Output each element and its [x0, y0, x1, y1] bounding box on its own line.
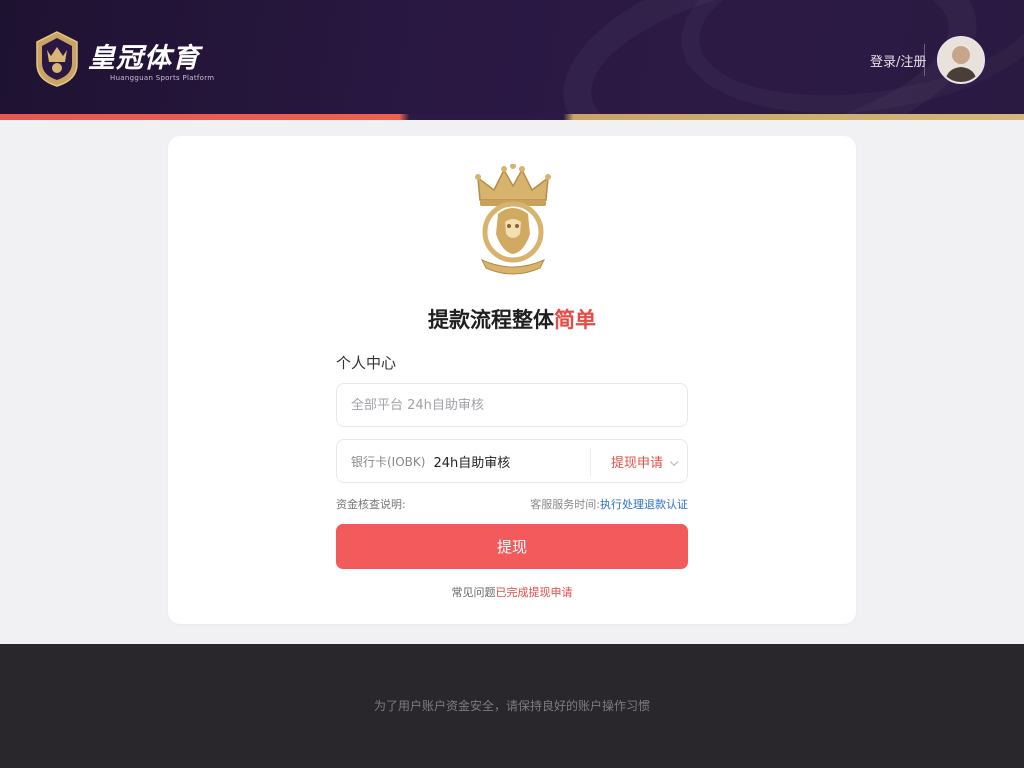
- bank-card-field[interactable]: 银行卡(IOBK) 24h自助审核 提现申请: [336, 439, 688, 483]
- section-label: 个人中心: [336, 354, 397, 372]
- brand-name: 皇冠体育: [88, 43, 200, 74]
- brand-logo[interactable]: 皇冠体育 Huangguan Sports Platform: [32, 30, 215, 90]
- bank-card-prefix: 银行卡(IOBK): [351, 454, 426, 469]
- footer-security-text: 为了用户账户资金安全，请保持良好的账户操作习惯: [373, 699, 650, 713]
- withdraw-apply-dropdown[interactable]: 提现申请: [610, 452, 679, 471]
- service-hint: 客服服务时间:执行处理退款认证: [530, 496, 688, 512]
- bottom-note-text: 常见问题: [451, 586, 496, 599]
- platform-input[interactable]: [351, 397, 673, 413]
- avatar[interactable]: [937, 36, 985, 84]
- withdraw-status-link[interactable]: 已完成提现申请: [496, 586, 573, 599]
- header-accent-bar: [0, 114, 1024, 120]
- crown-badge-icon: [36, 31, 78, 87]
- withdraw-apply-label: 提现申请: [610, 456, 663, 471]
- user-avatar-icon: [939, 38, 983, 82]
- platform-field[interactable]: [336, 383, 688, 427]
- page-headline: 提款流程整体简单: [168, 304, 856, 334]
- site-header: 皇冠体育 Huangguan Sports Platform 登录/注册: [0, 0, 1024, 114]
- refund-verify-link[interactable]: 执行处理退款认证: [600, 498, 688, 511]
- headline-highlight: 简单: [554, 308, 596, 332]
- crown-lion-logo-icon: [475, 164, 551, 275]
- header-divider: [924, 44, 925, 76]
- field-divider: [590, 448, 591, 476]
- chevron-down-icon: [669, 457, 679, 467]
- funds-check-hint: 资金核查说明:: [336, 498, 406, 511]
- service-hint-text: 客服服务时间:: [530, 498, 600, 511]
- withdraw-submit-button[interactable]: 提现: [336, 524, 688, 569]
- bottom-note: 常见问题已完成提现申请: [168, 584, 856, 600]
- site-footer: 为了用户账户资金安全，请保持良好的账户操作习惯: [0, 644, 1024, 768]
- bank-card-value: 24h自助审核: [433, 455, 511, 471]
- brand-subtitle: Huangguan Sports Platform: [110, 74, 215, 82]
- headline-main: 提款流程整体: [428, 308, 554, 332]
- withdraw-card: 提款流程整体简单 个人中心 银行卡(IOBK) 24h自助审核 提现申请 资金核…: [168, 136, 856, 624]
- login-register-link[interactable]: 登录/注册: [870, 51, 926, 70]
